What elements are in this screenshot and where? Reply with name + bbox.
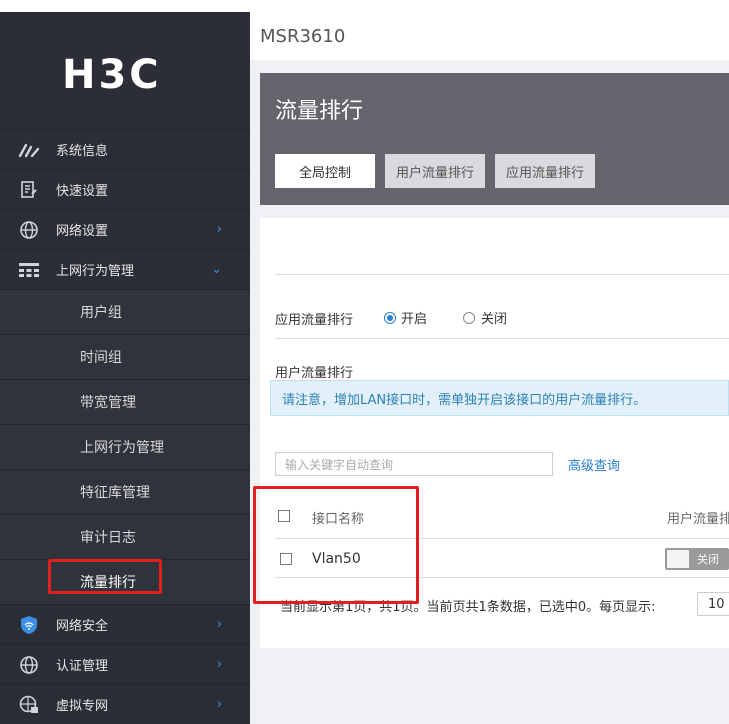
search-input[interactable]: 输入关键字自动查询 <box>275 452 553 476</box>
toggle-label: 关闭 <box>697 553 719 566</box>
radio-off[interactable] <box>463 312 475 324</box>
device-model: MSR3610 <box>260 26 346 47</box>
advanced-search-link[interactable]: 高级查询 <box>568 455 620 474</box>
info-notice: 请注意，增加LAN接口时，需单独开启该接口的用户流量排行。 <box>270 380 729 416</box>
column-header-user-ranking: 用户流量排 <box>667 512 729 527</box>
sidebar-subitem-behavior[interactable]: 上网行为管理 <box>0 424 250 469</box>
chevron-right-icon: › <box>216 697 222 712</box>
sidebar-item-system-info[interactable]: 系统信息 <box>0 129 250 169</box>
h3c-logo: H3C <box>62 52 162 98</box>
tab-global-control[interactable]: 全局控制 <box>275 154 375 188</box>
sidebar-item-label: 网络设置 <box>56 224 109 239</box>
clipboard-icon <box>18 180 40 200</box>
sidebar-item-auth-management[interactable]: 认证管理 › <box>0 644 250 684</box>
sidebar-item-label: 上网行为管理 <box>56 264 135 279</box>
chevron-right-icon: › <box>216 657 222 672</box>
user-ranking-label: 用户流量排行 <box>275 366 354 381</box>
divider <box>275 274 729 275</box>
sidebar-item-label: 系统信息 <box>56 144 109 159</box>
globe-icon <box>18 220 40 240</box>
sidebar-subitem-bandwidth[interactable]: 带宽管理 <box>0 379 250 424</box>
sidebar-item-quick-setup[interactable]: 快速设置 <box>0 169 250 209</box>
divider <box>275 338 729 339</box>
page-header: 流量排行 全局控制 用户流量排行 应用流量排行 <box>260 73 729 205</box>
radio-off-label[interactable]: 关闭 <box>481 308 507 327</box>
tab-app-traffic-ranking[interactable]: 应用流量排行 <box>495 154 595 188</box>
toggle-knob <box>667 550 689 568</box>
sidebar-item-label: 虚拟专网 <box>56 699 109 714</box>
sidebar-subitem-audit-log[interactable]: 审计日志 <box>0 514 250 559</box>
globe-lock-icon <box>18 695 40 715</box>
sidebar-subitem-signature-lib[interactable]: 特征库管理 <box>0 469 250 514</box>
sidebar-item-label: 网络安全 <box>56 619 109 634</box>
globe-icon <box>18 655 40 675</box>
radio-on[interactable] <box>384 312 396 324</box>
sidebar: H3C 系统信息 快速设置 网络设置 › 上网行为管理 ⌄ 用户组 时间组 带宽… <box>0 0 250 724</box>
app-ranking-label: 应用流量排行 <box>275 313 354 328</box>
sidebar-item-label: 认证管理 <box>56 659 109 674</box>
sidebar-subitem-time-group[interactable]: 时间组 <box>0 334 250 379</box>
sidebar-subitem-user-group[interactable]: 用户组 <box>0 289 250 334</box>
user-ranking-toggle[interactable]: 关闭 <box>665 548 729 570</box>
chevron-down-icon: ⌄ <box>211 262 222 277</box>
radio-on-label[interactable]: 开启 <box>401 308 427 327</box>
page-size-select[interactable]: 10 <box>697 592 729 616</box>
sidebar-item-behavior-management[interactable]: 上网行为管理 ⌄ <box>0 249 250 289</box>
chevron-right-icon: › <box>216 222 222 237</box>
tab-user-traffic-ranking[interactable]: 用户流量排行 <box>385 154 485 188</box>
highlight-box-table <box>253 486 419 604</box>
speedometer-icon <box>18 140 40 160</box>
sidebar-item-network-settings[interactable]: 网络设置 › <box>0 209 250 249</box>
sidebar-item-vpn[interactable]: 虚拟专网 › <box>0 684 250 724</box>
shield-wifi-icon <box>18 615 40 635</box>
highlight-box-menu <box>48 559 162 594</box>
top-strip <box>0 0 250 12</box>
chevron-right-icon: › <box>216 617 222 632</box>
main-area: MSR3610 流量排行 全局控制 用户流量排行 应用流量排行 应用流量排行 开… <box>250 0 729 724</box>
sidebar-item-network-security[interactable]: 网络安全 › <box>0 604 250 644</box>
sidebar-item-label: 快速设置 <box>56 184 109 199</box>
page-title: 流量排行 <box>275 99 364 124</box>
network-grid-icon <box>18 260 40 280</box>
